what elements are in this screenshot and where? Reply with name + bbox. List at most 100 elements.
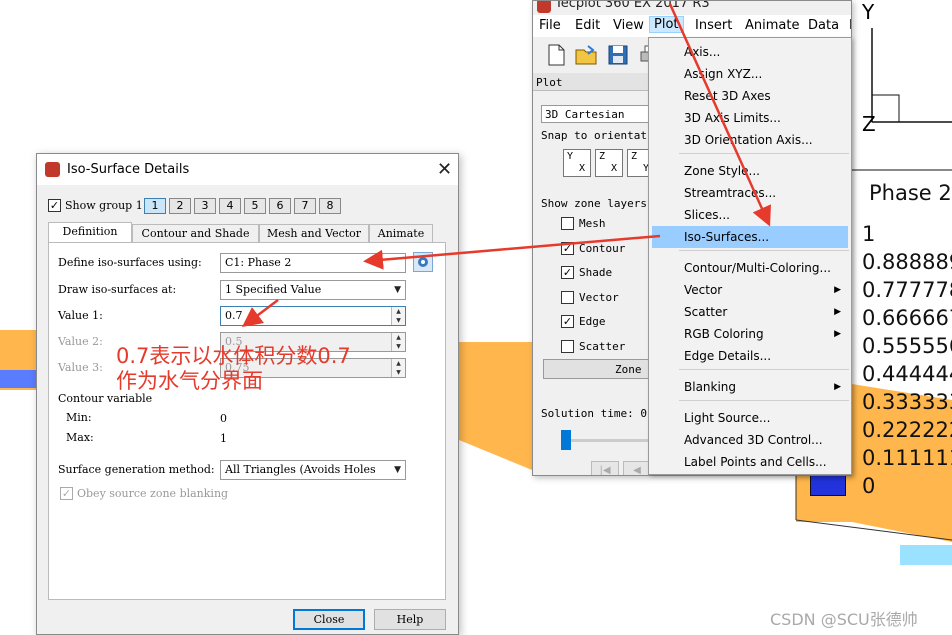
menu-item-label-points-and-cells[interactable]: Label Points and Cells... [649,451,851,473]
layer-checkbox[interactable]: ✓ [561,315,574,328]
close-button[interactable]: Close [293,609,365,630]
max-label: Max: [66,431,94,444]
prev-frame-button[interactable]: ◀ [623,461,651,475]
legend-level-label: 0.222222 [862,418,952,442]
menu-item-3d-orientation-axis[interactable]: 3D Orientation Axis... [649,129,851,151]
menu-item-label: Axis... [684,45,721,59]
tecplot-logo-icon [45,162,60,177]
value3-spinner[interactable]: ▲ ▼ [391,359,405,377]
first-frame-button[interactable]: |◀ [591,461,619,475]
open-folder-icon[interactable] [573,42,599,68]
menu-item-iso-surfaces[interactable]: Iso-Surfaces... [652,226,848,248]
obey-blanking-checkbox[interactable]: ✓ [60,487,73,500]
menu-item-axis[interactable]: Axis... [649,41,851,63]
legend-level-label: 0.111111 [862,446,952,470]
define-variable-select[interactable]: C1: Phase 2 [220,253,406,273]
draw-label: Draw iso-surfaces at: [58,283,177,296]
menu-view[interactable]: View [613,18,644,33]
min-value: 0 [220,412,227,425]
close-icon[interactable]: ✕ [437,159,452,180]
app-title: Tecplot 360 EX 2017 R3 [555,0,710,11]
menu-item-label: Edge Details... [684,349,772,363]
menu-item-edge-details[interactable]: Edge Details... [649,345,851,367]
axis-z-label: Z [862,112,876,136]
layer-checkbox[interactable] [561,290,574,304]
plot-type-select[interactable]: 3D Cartesian [545,108,624,121]
min-label: Min: [66,411,92,424]
menu-item-contour-multi-coloring[interactable]: Contour/Multi-Coloring... [649,257,851,279]
menu-item-blanking[interactable]: Blanking ▶ [649,376,851,398]
value1-input[interactable]: 0.7 ▲ ▼ [220,306,406,326]
menu-item-assign-xyz[interactable]: Assign XYZ... [649,63,851,85]
group-button[interactable]: 1 [144,198,166,214]
menu-separator [679,400,849,401]
menu-data[interactable]: Data [808,18,839,33]
group-button[interactable]: 2 [169,198,191,214]
menu-item-streamtraces[interactable]: Streamtraces... [649,182,851,204]
tab-contour-and-shade[interactable]: Contour and Shade [132,224,259,243]
submenu-arrow-icon: ▶ [834,307,841,317]
layer-checkbox[interactable] [561,339,574,353]
submenu-arrow-icon: ▶ [834,329,841,339]
snap-yx-button[interactable]: YX [563,149,591,177]
chevron-down-icon: ▼ [392,461,401,479]
annotation-line-2: 作为水气分界面 [116,369,263,393]
watermark: CSDN @SCU张德帅 [770,610,918,629]
menu-animate[interactable]: Animate [745,18,799,33]
surface-method-select[interactable]: All Triangles (Avoids Holes ▼ [220,460,406,480]
menu-item-slices[interactable]: Slices... [649,204,851,226]
layer-checkbox[interactable]: ✓ [561,266,574,279]
axis-y-label: Y [862,0,875,24]
menu-insert[interactable]: Insert [695,18,732,33]
menu-item-zone-style[interactable]: Zone Style... [649,160,851,182]
group-button[interactable]: 6 [269,198,291,214]
define-variable-value: C1: Phase 2 [225,256,292,269]
snap-zx-button[interactable]: ZX [595,149,623,177]
legend-level-label: 0.333333 [862,390,952,414]
draw-at-value: 1 Specified Value [225,283,322,296]
group-button[interactable]: 7 [294,198,316,214]
value1-label: Value 1: [58,309,103,322]
layer-label: Scatter [579,339,626,353]
gear-icon[interactable] [413,252,433,272]
new-file-icon[interactable] [543,42,569,68]
tab-definition[interactable]: Definition [48,222,132,243]
group-button[interactable]: 5 [244,198,266,214]
help-button[interactable]: Help [374,609,446,630]
layer-checkbox[interactable] [561,217,574,230]
legend-title: Phase 2 [869,181,952,205]
menu-item-rgb-coloring[interactable]: RGB Coloring ▶ [649,323,851,345]
menu-item-scatter[interactable]: Scatter ▶ [649,301,851,323]
legend-level-label: 0.666667 [862,306,952,330]
menu-separator [679,153,849,154]
snap-label: Snap to orientatio [541,129,661,142]
menu-frame[interactable]: F [849,18,851,33]
value2-label: Value 2: [58,335,103,348]
menu-file[interactable]: File [539,18,561,33]
menu-item-advanced-3d-control[interactable]: Advanced 3D Control... [649,429,851,451]
tab-mesh-and-vector[interactable]: Mesh and Vector [259,224,369,243]
layer-checkbox[interactable]: ✓ [561,241,574,255]
value2-spinner[interactable]: ▲ ▼ [391,333,405,351]
save-icon[interactable] [605,42,631,68]
obey-blanking-label: Obey source zone blanking [77,487,229,500]
menu-item-3d-axis-limits[interactable]: 3D Axis Limits... [649,107,851,129]
value1-spinner[interactable]: ▲ ▼ [391,307,405,325]
menu-item-reset-3d-axes[interactable]: Reset 3D Axes [649,85,851,107]
time-slider-thumb[interactable] [561,430,571,450]
menu-item-label: Advanced 3D Control... [684,433,823,447]
tab-animate[interactable]: Animate [369,224,433,243]
menu-item-label: Blanking [684,380,737,394]
legend-level-label: 0.555556 [862,334,952,358]
menu-item-light-source[interactable]: Light Source... [649,407,851,429]
group-button[interactable]: 3 [194,198,216,214]
group-button[interactable]: 4 [219,198,241,214]
menu-plot[interactable]: Plot [649,16,684,33]
show-group-checkbox[interactable]: ✓ [48,199,61,212]
group-button[interactable]: 8 [319,198,341,214]
draw-at-select[interactable]: 1 Specified Value ▼ [220,280,406,300]
layer-label: Contour [579,241,626,255]
menu-item-vector[interactable]: Vector ▶ [649,279,851,301]
plot-sidebar: Plot 3D Cartesian Snap to orientatio YX … [533,73,660,475]
menu-edit[interactable]: Edit [575,18,600,33]
